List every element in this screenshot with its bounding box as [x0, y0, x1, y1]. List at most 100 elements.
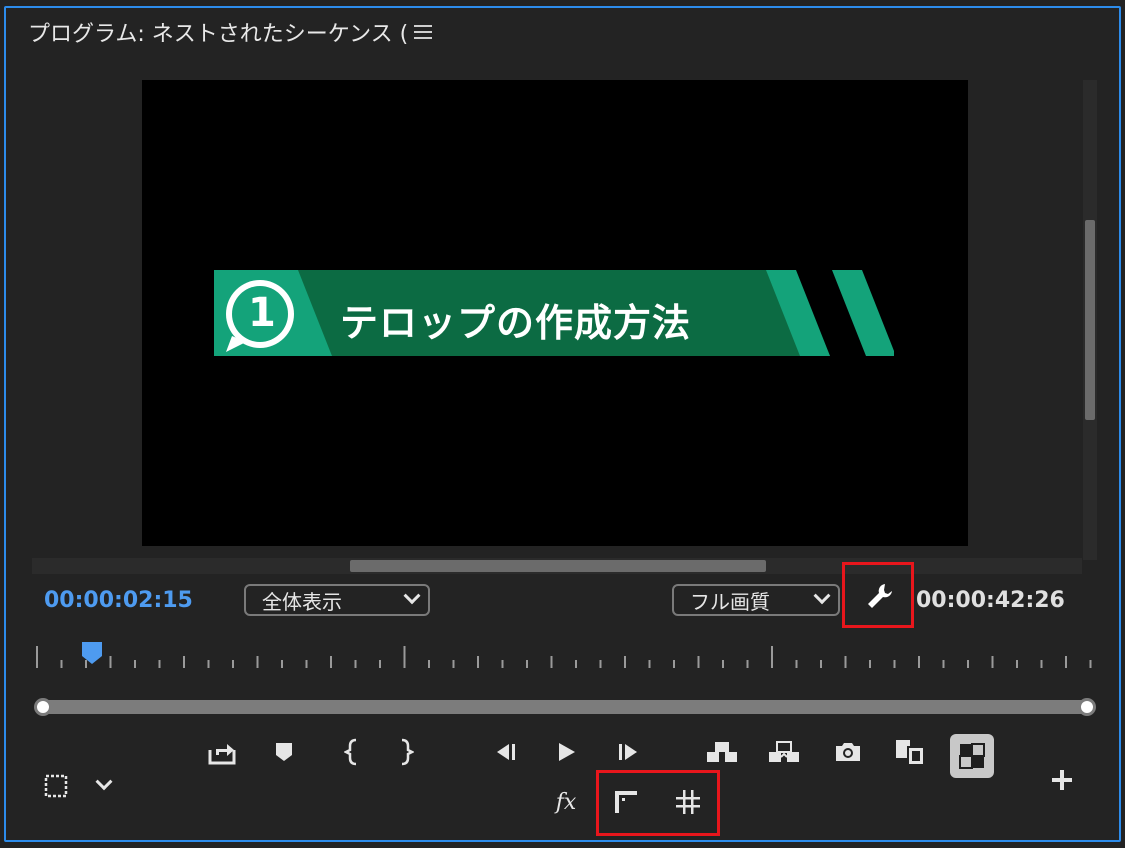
plus-icon — [1052, 770, 1072, 790]
ruler-tick — [918, 656, 920, 668]
ruler-tick — [1065, 656, 1067, 668]
zoom-level-dropdown[interactable]: 全体表示 — [244, 584, 430, 616]
ruler-tick — [403, 646, 406, 668]
ruler-tick — [1016, 660, 1018, 668]
hamburger-menu-icon[interactable] — [414, 25, 433, 39]
ruler-tick — [501, 660, 504, 668]
ruler-tick — [36, 646, 38, 668]
ruler-tick — [697, 656, 700, 668]
panel-titlebar: プログラム: ネストされたシーケンス ( — [6, 8, 1119, 56]
chevron-down-icon — [95, 773, 113, 791]
guides-highlight-box — [596, 770, 720, 836]
ruler-tick — [624, 656, 626, 668]
fx-label: fx — [555, 789, 577, 815]
playback-resolution-dropdown[interactable]: フル画質 — [672, 584, 840, 616]
zoom-range-bar[interactable] — [42, 700, 1088, 714]
panel-body: プログラム: ネストされたシーケンス ( 1 テロップの作成方法 00:00:0… — [6, 8, 1119, 840]
play-button[interactable] — [546, 734, 586, 770]
ruler-tick — [60, 660, 63, 668]
mark-in-button[interactable] — [332, 734, 372, 770]
ruler-tick — [330, 656, 332, 668]
zoom-range-end-handle[interactable] — [1078, 698, 1096, 716]
telop-graphic: 1 テロップの作成方法 — [214, 270, 896, 360]
button-editor-plus-button[interactable] — [1042, 762, 1082, 798]
duration-timecode: 00:00:42:26 — [916, 588, 1065, 613]
zoom-range-start-handle[interactable] — [34, 698, 52, 716]
add-marker-button[interactable] — [264, 734, 304, 770]
ruler-tick — [379, 660, 381, 668]
comparison-view-button[interactable] — [890, 734, 930, 770]
playback-resolution-value: フル画質 — [690, 589, 770, 614]
chevron-down-icon — [813, 587, 831, 605]
marker-icon — [276, 743, 292, 761]
video-viewer[interactable]: 1 テロップの作成方法 — [142, 80, 968, 546]
extract-button[interactable] — [764, 734, 804, 770]
ruler-tick — [844, 656, 847, 668]
horizontal-scrollbar[interactable] — [32, 558, 1082, 574]
ruler-tick — [305, 660, 308, 668]
zoom-level-value: 全体表示 — [262, 589, 342, 614]
ruler-tick — [771, 646, 773, 668]
ruler-tick — [158, 660, 161, 668]
play-icon — [559, 743, 575, 761]
ruler-tick — [550, 656, 553, 668]
horizontal-scroll-thumb[interactable] — [350, 560, 766, 572]
ruler-tick — [428, 660, 430, 668]
lift-icon — [707, 742, 737, 762]
export-icon — [208, 744, 236, 765]
safe-margins-menu-button[interactable] — [84, 768, 124, 804]
ruler-tick — [967, 660, 969, 668]
mark-out-icon — [401, 738, 414, 766]
ruler-tick — [109, 656, 112, 668]
ruler-tick — [893, 660, 896, 668]
ruler-tick — [722, 660, 724, 668]
vertical-scroll-thumb[interactable] — [1085, 220, 1095, 420]
current-timecode[interactable]: 00:00:02:15 — [44, 588, 193, 613]
telop-text: テロップの作成方法 — [340, 301, 692, 345]
step-back-button[interactable] — [486, 734, 526, 770]
step-forward-button[interactable] — [608, 734, 648, 770]
ruler-tick — [869, 660, 871, 668]
ruler-tick — [599, 660, 602, 668]
selection-box-icon — [44, 774, 68, 798]
ruler-tick — [795, 660, 798, 668]
playhead-marker[interactable] — [82, 642, 102, 664]
extract-icon — [769, 741, 799, 762]
ruler-tick — [232, 660, 234, 668]
proxy-toggle-button[interactable] — [950, 734, 994, 778]
panel-title[interactable]: プログラム: ネストされたシーケンス ( — [28, 16, 408, 48]
vertical-scrollbar[interactable] — [1083, 80, 1097, 560]
ruler-tick — [452, 660, 455, 668]
ruler-tick — [256, 656, 259, 668]
step-forward-icon — [619, 744, 637, 760]
ruler-tick — [1089, 660, 1092, 668]
ruler-tick — [183, 656, 185, 668]
ruler-tick — [134, 660, 136, 668]
ruler-tick — [648, 660, 651, 668]
wrench-highlight-box — [842, 562, 914, 628]
effects-toggle-button[interactable]: fx — [546, 784, 586, 820]
film-strip-icon — [896, 740, 925, 766]
ruler-tick — [1040, 660, 1043, 668]
time-ruler[interactable] — [32, 640, 1092, 670]
mark-out-button[interactable] — [386, 734, 426, 770]
safe-margins-button[interactable] — [36, 768, 76, 804]
ruler-tick — [207, 660, 210, 668]
ruler-tick — [575, 660, 577, 668]
lift-button[interactable] — [702, 734, 742, 770]
step-back-icon — [497, 744, 515, 760]
toggle-proxy-icon — [959, 743, 985, 769]
camera-icon — [836, 743, 860, 761]
ruler-tick — [991, 656, 994, 668]
ruler-tick — [942, 660, 945, 668]
ruler-tick — [354, 660, 357, 668]
chevron-down-icon — [403, 587, 421, 605]
export-frame-button[interactable] — [202, 734, 242, 770]
program-monitor-panel: プログラム: ネストされたシーケンス ( 1 テロップの作成方法 00:00:0… — [4, 6, 1121, 842]
ruler-tick — [281, 660, 283, 668]
ruler-tick — [526, 660, 528, 668]
ruler-tick — [477, 656, 479, 668]
export-frame-camera-button[interactable] — [828, 734, 868, 770]
telop-number: 1 — [248, 290, 276, 336]
ruler-tick — [673, 660, 675, 668]
